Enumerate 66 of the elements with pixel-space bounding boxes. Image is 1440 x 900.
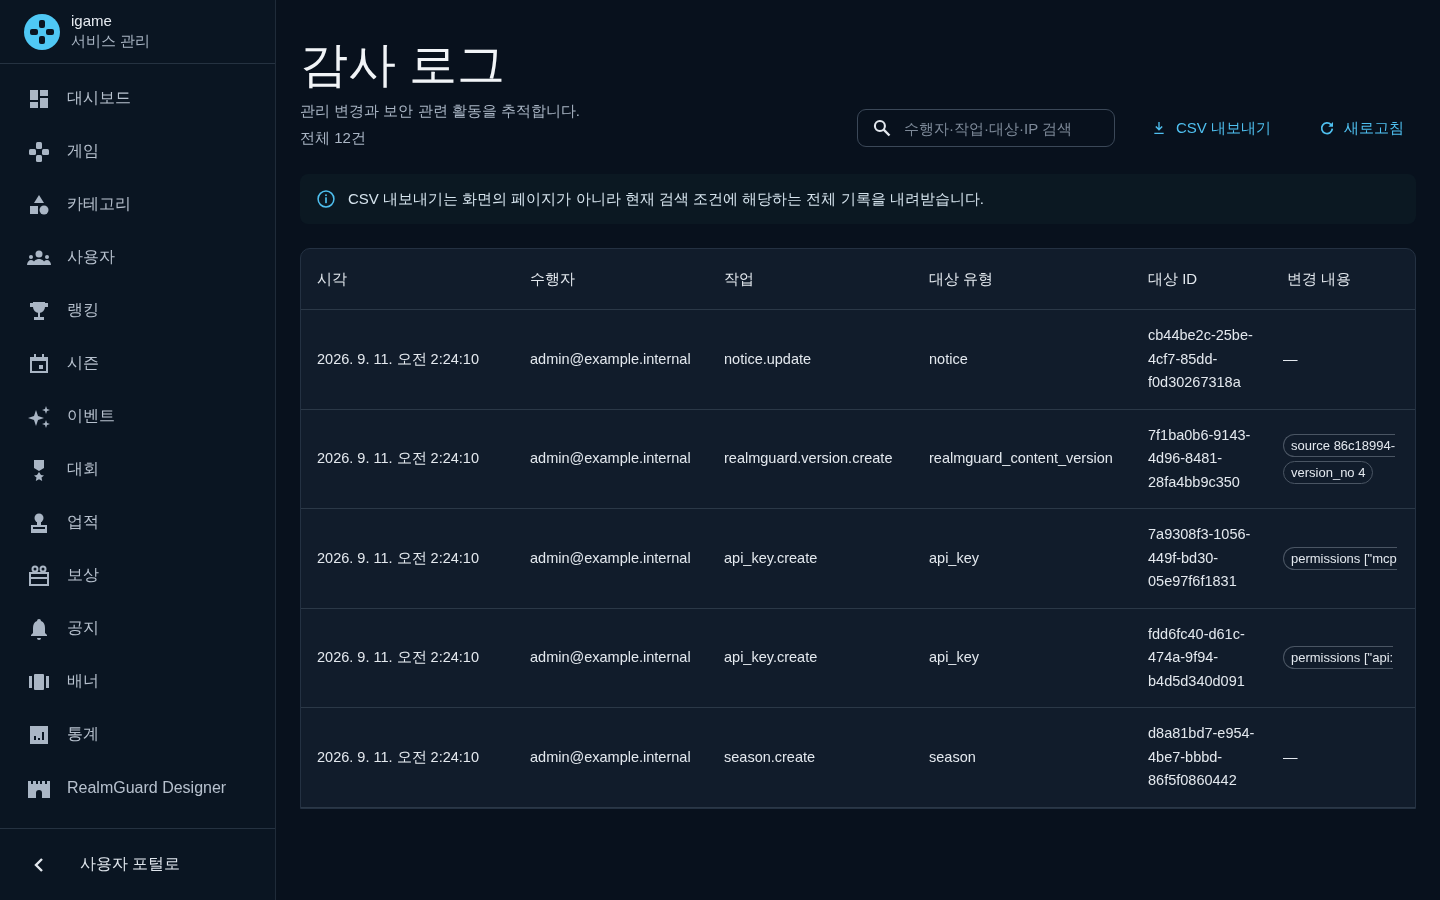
column-header: 작업 [708, 249, 913, 310]
action-cell: notice.update [708, 309, 913, 409]
search-field[interactable]: 수행자·작업·대상·IP 검색 [857, 109, 1115, 147]
sidebar-item[interactable]: 업적 [67, 512, 99, 533]
sidebar-item[interactable]: 공지 [67, 618, 99, 639]
logo-icon [24, 13, 60, 50]
search-icon [872, 118, 892, 138]
target-id-cell: fdd6fc40-d61c-474a-9f94-b4d5d340d091 [1132, 608, 1271, 708]
action-cell: api_key.create [708, 508, 913, 608]
sidebar-item[interactable]: 게임 [67, 141, 99, 162]
sidebar-item[interactable]: RealmGuard Designer [67, 778, 227, 797]
gift-box-icon [26, 563, 52, 588]
brand-name: igame [71, 12, 113, 29]
action-cell: api_key.create [708, 608, 913, 708]
download-icon [1151, 120, 1167, 136]
sidebar-item[interactable]: 대회 [67, 459, 99, 480]
target-type-cell: api_key [913, 508, 1132, 608]
actor-cell: admin@example.internal [514, 309, 708, 409]
brand-subtitle: 서비스 관리 [71, 32, 151, 51]
info-message: CSV 내보내기는 화면의 페이지가 아니라 현재 검색 조건에 해당하는 전체 기록을 내려받습니다. [348, 189, 984, 209]
sidebar-item[interactable]: 시즌 [67, 353, 99, 374]
column-header: 수행자 [514, 249, 708, 310]
actor-cell: admin@example.internal [514, 409, 708, 509]
page-description: 관리 변경과 보안 관련 활동을 추적합니다. [300, 102, 580, 121]
target-type-cell: realmguard_content_version [913, 409, 1132, 509]
actor-cell: admin@example.internal [514, 608, 708, 708]
back-link[interactable]: 사용자 포털로 [80, 854, 181, 875]
sidebar-item[interactable]: 랭킹 [67, 300, 99, 321]
page-title: 감사 로그 [300, 37, 507, 93]
gamepad-icon [26, 139, 52, 164]
sidebar-item[interactable]: 배너 [67, 671, 99, 692]
info-icon [316, 189, 336, 209]
column-header: 대상 유형 [913, 249, 1132, 310]
time-cell: 2026. 9. 11. 오전 2:24:10 [301, 409, 514, 509]
empty-dash: — [1283, 748, 1298, 765]
target-type-cell: season [913, 707, 1132, 807]
time-cell: 2026. 9. 11. 오전 2:24:10 [301, 707, 514, 807]
target-id-cell: 7f1ba0b6-9143-4d96-8481-28fa4bb9c350 [1132, 409, 1271, 509]
target-type-cell: notice [913, 309, 1132, 409]
target-id-cell: 7a9308f3-1056-449f-bd30-05e97f6f1831 [1132, 508, 1271, 608]
total-count: 전체 12건 [300, 129, 367, 148]
column-header: 변경 내용 [1271, 249, 1415, 310]
sidebar-item[interactable]: 보상 [67, 565, 99, 586]
search-input[interactable]: 수행자·작업·대상·IP 검색 [902, 118, 1096, 138]
column-header: 대상 ID [1132, 249, 1271, 310]
target-id-cell: d8a81bd7-e954-4be7-bbbd-86f5f0860442 [1132, 707, 1271, 807]
actor-cell: admin@example.internal [514, 508, 708, 608]
sidebar-item[interactable]: 통계 [67, 724, 99, 745]
time-cell: 2026. 9. 11. 오전 2:24:10 [301, 508, 514, 608]
time-cell: 2026. 9. 11. 오전 2:24:10 [301, 608, 514, 708]
time-cell: 2026. 9. 11. 오전 2:24:10 [301, 309, 514, 409]
action-cell: season.create [708, 707, 913, 807]
sidebar-item[interactable]: 사용자 [67, 247, 115, 268]
export-button[interactable]: CSV 내보내기 [1139, 110, 1283, 146]
actor-cell: admin@example.internal [514, 707, 708, 807]
target-type-cell: api_key [913, 608, 1132, 708]
chevron-left-icon [32, 856, 46, 873]
refresh-icon [1319, 120, 1335, 136]
sidebar-item[interactable]: 대시보드 [67, 88, 131, 109]
sidebar-item[interactable]: 이벤트 [67, 406, 115, 427]
sidebar-item[interactable]: 카테고리 [67, 194, 131, 215]
column-header: 시각 [301, 249, 514, 310]
empty-dash: — [1283, 350, 1298, 367]
target-id-cell: cb44be2c-25be-4cf7-85dd-f0d30267318a [1132, 309, 1271, 409]
action-cell: realmguard.version.create [708, 409, 913, 509]
refresh-button[interactable]: 새로고침 [1307, 110, 1416, 146]
